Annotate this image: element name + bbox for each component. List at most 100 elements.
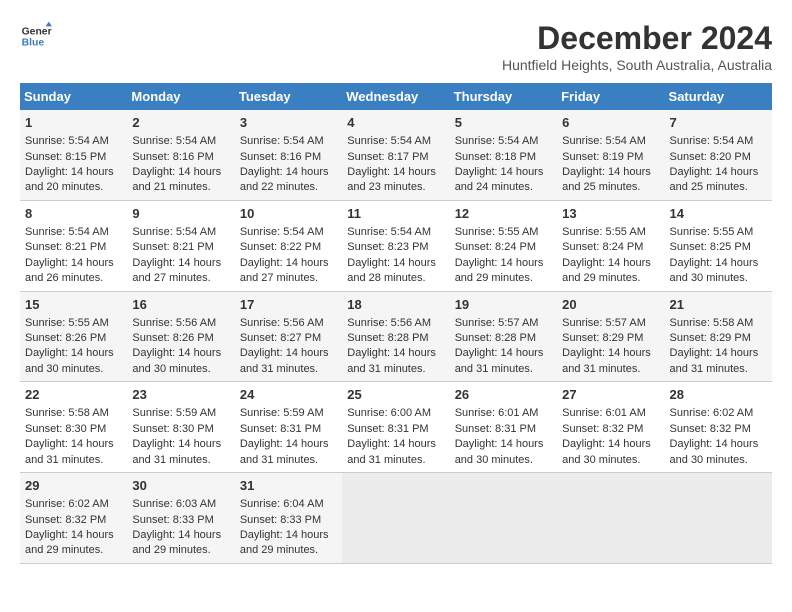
sunset-label: Sunset: 8:21 PM [132, 241, 213, 253]
calendar-cell: 21Sunrise: 5:58 AMSunset: 8:29 PMDayligh… [665, 291, 772, 382]
sunrise-label: Sunrise: 6:02 AM [25, 498, 109, 510]
day-number: 10 [240, 205, 337, 223]
calendar-cell: 7Sunrise: 5:54 AMSunset: 8:20 PMDaylight… [665, 110, 772, 200]
calendar-cell: 10Sunrise: 5:54 AMSunset: 8:22 PMDayligh… [235, 200, 342, 291]
day-number: 26 [455, 386, 552, 404]
day-number: 30 [132, 477, 229, 495]
calendar-cell: 2Sunrise: 5:54 AMSunset: 8:16 PMDaylight… [127, 110, 234, 200]
calendar-cell [342, 473, 449, 564]
sunrise-label: Sunrise: 5:58 AM [670, 317, 754, 329]
daylight-label: Daylight: 14 hours and 31 minutes. [347, 347, 436, 374]
calendar-cell: 1 Sunrise: 5:54 AM Sunset: 8:15 PM Daylight… [20, 110, 127, 200]
sunset-label: Sunset: 8:16 PM [132, 151, 213, 163]
sunrise-label: Sunrise: 5:56 AM [240, 317, 324, 329]
sunset-label: Sunset: 8:31 PM [347, 423, 428, 435]
sunset-label: Sunset: 8:18 PM [455, 151, 536, 163]
col-tuesday: Tuesday [235, 83, 342, 110]
sunrise-label: Sunrise: 6:01 AM [562, 407, 646, 419]
col-saturday: Saturday [665, 83, 772, 110]
calendar-cell: 15Sunrise: 5:55 AMSunset: 8:26 PMDayligh… [20, 291, 127, 382]
month-title: December 2024 [502, 20, 772, 57]
daylight-label: Daylight: 14 hours and 29 minutes. [562, 257, 651, 284]
sunset-label: Sunset: 8:22 PM [240, 241, 321, 253]
day-number: 20 [562, 296, 659, 314]
calendar-cell: 6Sunrise: 5:54 AMSunset: 8:19 PMDaylight… [557, 110, 664, 200]
logo-icon: General Blue [20, 20, 52, 52]
calendar-cell: 17Sunrise: 5:56 AMSunset: 8:27 PMDayligh… [235, 291, 342, 382]
week-row: 29 Sunrise: 6:02 AM Sunset: 8:32 PM Dayligh… [20, 473, 772, 564]
col-sunday: Sunday [20, 83, 127, 110]
day-number: 8 [25, 205, 122, 223]
sunset-label: Sunset: 8:32 PM [25, 514, 106, 526]
calendar-cell: 8Sunrise: 5:54 AMSunset: 8:21 PMDaylight… [20, 200, 127, 291]
sunrise-label: Sunrise: 5:55 AM [25, 317, 109, 329]
sunrise-label: Sunrise: 5:54 AM [455, 135, 539, 147]
daylight-label: Daylight: 14 hours and 30 minutes. [25, 347, 114, 374]
sunset-label: Sunset: 8:33 PM [132, 514, 213, 526]
sunrise-label: Sunrise: 5:57 AM [562, 317, 646, 329]
sunset-label: Sunset: 8:21 PM [25, 241, 106, 253]
sunrise-label: Sunrise: 6:04 AM [240, 498, 324, 510]
daylight-label: Daylight: 14 hours and 21 minutes. [132, 166, 221, 193]
sunset-label: Sunset: 8:30 PM [25, 423, 106, 435]
col-monday: Monday [127, 83, 234, 110]
calendar-cell: 24Sunrise: 5:59 AMSunset: 8:31 PMDayligh… [235, 382, 342, 473]
sunset-label: Sunset: 8:33 PM [240, 514, 321, 526]
daylight-label: Daylight: 14 hours and 30 minutes. [132, 347, 221, 374]
sunrise-label: Sunrise: 5:54 AM [240, 226, 324, 238]
daylight-label: Daylight: 14 hours and 29 minutes. [455, 257, 544, 284]
sunset-label: Sunset: 8:19 PM [562, 151, 643, 163]
daylight-label: Daylight: 14 hours and 31 minutes. [347, 438, 436, 465]
day-number: 27 [562, 386, 659, 404]
calendar-cell: 14Sunrise: 5:55 AMSunset: 8:25 PMDayligh… [665, 200, 772, 291]
day-number: 16 [132, 296, 229, 314]
sunrise-label: Sunrise: 5:59 AM [240, 407, 324, 419]
logo: General Blue [20, 20, 52, 52]
day-number: 24 [240, 386, 337, 404]
daylight-label: Daylight: 14 hours and 25 minutes. [670, 166, 759, 193]
location-subtitle: Huntfield Heights, South Australia, Aust… [502, 57, 772, 73]
calendar-cell: 9 Sunrise: 5:54 AM Sunset: 8:21 PM Daylight… [127, 200, 234, 291]
sunrise-label: Sunrise: 5:54 AM [132, 226, 216, 238]
sunrise-label: Sunrise: 5:56 AM [132, 317, 216, 329]
sunset-label: Sunset: 8:24 PM [562, 241, 643, 253]
week-row: 1 Sunrise: 5:54 AM Sunset: 8:15 PM Daylight… [20, 110, 772, 200]
sunrise-label: Sunrise: 5:55 AM [562, 226, 646, 238]
day-number: 28 [670, 386, 767, 404]
sunset-label: Sunset: 8:27 PM [240, 332, 321, 344]
sunrise-label: Sunrise: 5:57 AM [455, 317, 539, 329]
sunrise-label: Sunrise: 5:54 AM [240, 135, 324, 147]
day-number: 14 [670, 205, 767, 223]
col-friday: Friday [557, 83, 664, 110]
sunrise-label: Sunrise: 5:56 AM [347, 317, 431, 329]
sunrise-label: Sunrise: 5:58 AM [25, 407, 109, 419]
calendar-cell [450, 473, 557, 564]
daylight-label: Daylight: 14 hours and 22 minutes. [240, 166, 329, 193]
daylight-label: Daylight: 14 hours and 20 minutes. [25, 166, 114, 193]
sunset-label: Sunset: 8:15 PM [25, 151, 106, 163]
day-number: 6 [562, 114, 659, 132]
calendar-cell: 22Sunrise: 5:58 AMSunset: 8:30 PMDayligh… [20, 382, 127, 473]
day-number: 29 [25, 477, 122, 495]
calendar-cell: 3 Sunrise: 5:54 AM Sunset: 8:16 PM Daylight… [235, 110, 342, 200]
daylight-label: Daylight: 14 hours and 29 minutes. [25, 529, 114, 556]
sunset-label: Sunset: 8:24 PM [455, 241, 536, 253]
sunset-label: Sunset: 8:28 PM [347, 332, 428, 344]
daylight-label: Daylight: 14 hours and 27 minutes. [132, 257, 221, 284]
daylight-label: Daylight: 14 hours and 23 minutes. [347, 166, 436, 193]
sunrise-label: Sunrise: 6:02 AM [670, 407, 754, 419]
svg-text:Blue: Blue [22, 38, 45, 49]
day-number: 1 [25, 114, 122, 132]
sunrise-label: Sunrise: 5:54 AM [25, 135, 109, 147]
sunset-label: Sunset: 8:16 PM [240, 151, 321, 163]
col-thursday: Thursday [450, 83, 557, 110]
calendar-cell: 19Sunrise: 5:57 AMSunset: 8:28 PMDayligh… [450, 291, 557, 382]
calendar-cell: 4Sunrise: 5:54 AMSunset: 8:17 PMDaylight… [342, 110, 449, 200]
sunset-label: Sunset: 8:32 PM [670, 423, 751, 435]
day-number: 3 [240, 114, 337, 132]
day-number: 9 [132, 205, 229, 223]
sunset-label: Sunset: 8:30 PM [132, 423, 213, 435]
week-row: 8 Sunrise: 5:54 AM Sunset: 8:21 PM Daylight… [20, 200, 772, 291]
sunset-label: Sunset: 8:29 PM [562, 332, 643, 344]
svg-text:General: General [22, 26, 52, 37]
